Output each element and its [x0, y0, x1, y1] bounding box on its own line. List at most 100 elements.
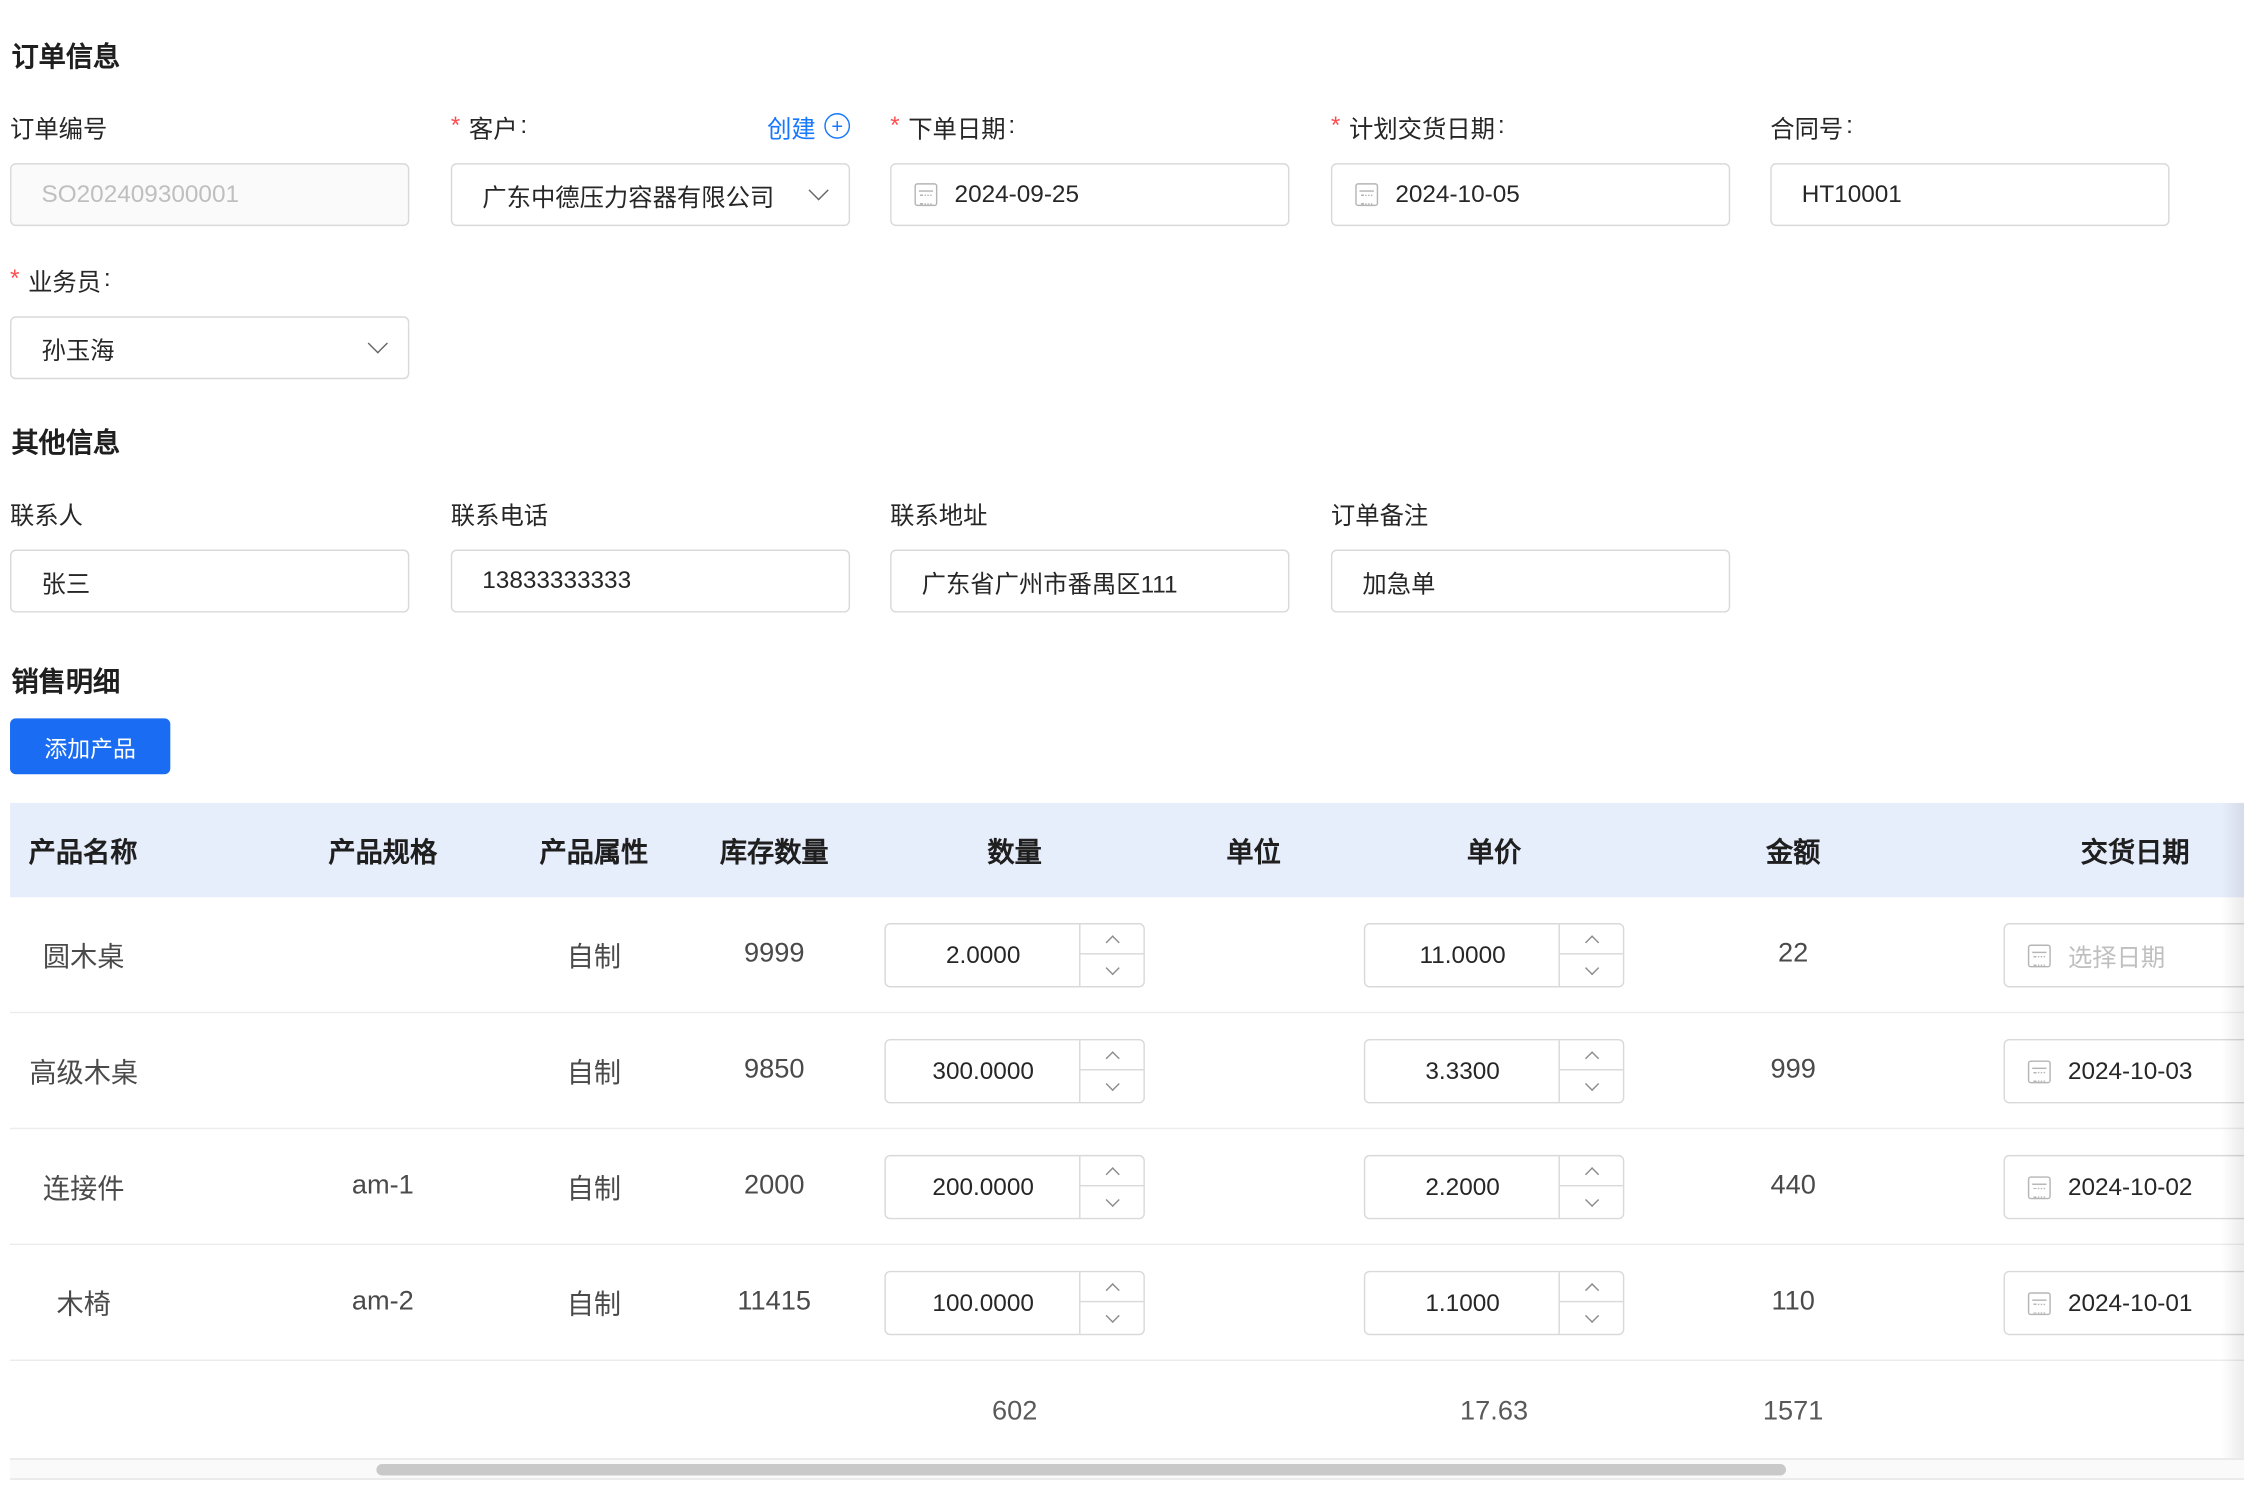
- table-row: 高级木桌 自制 9850 300.0000 3.3300 999 2024-10…: [10, 1013, 2244, 1130]
- quantity-value: 100.0000: [932, 1288, 1034, 1316]
- stepper-up-button[interactable]: [1559, 1156, 1623, 1187]
- order-date-label: 下单日期: [908, 115, 1006, 143]
- price-stepper[interactable]: 3.3300: [1363, 1038, 1625, 1104]
- column-header: 金额: [1765, 837, 1821, 868]
- required-mark: *: [890, 111, 900, 139]
- quantity-stepper[interactable]: 2.0000: [884, 923, 1145, 988]
- product-name: 连接件: [42, 1174, 125, 1205]
- column-header: 数量: [987, 837, 1042, 868]
- stock-qty: 9850: [743, 1054, 805, 1085]
- stepper-up-button[interactable]: [1080, 1156, 1144, 1187]
- stepper-up-button[interactable]: [1080, 1272, 1144, 1303]
- quantity-stepper[interactable]: 200.0000: [884, 1154, 1145, 1220]
- price-stepper[interactable]: 1.1000: [1363, 1270, 1625, 1336]
- column-header: 单位: [1226, 837, 1281, 868]
- stepper-down-button[interactable]: [1560, 1188, 1623, 1218]
- stepper-up-button[interactable]: [1080, 1040, 1144, 1071]
- quantity-stepper[interactable]: 300.0000: [884, 1038, 1145, 1104]
- stock-qty: 2000: [743, 1170, 805, 1201]
- field-salesman: * 业务员: 孙玉海: [10, 262, 410, 380]
- stepper-down-button[interactable]: [1080, 1188, 1143, 1218]
- calendar-icon: [1355, 183, 1379, 207]
- chevron-up-icon: [1104, 1166, 1120, 1181]
- product-spec: [296, 1013, 469, 1127]
- create-customer-link[interactable]: 创建 +: [767, 108, 851, 144]
- scrollbar-thumb[interactable]: [376, 1464, 1787, 1476]
- field-address: 联系地址 广东省广州市番禺区111: [890, 495, 1290, 613]
- chevron-down-icon: [1584, 1076, 1599, 1092]
- section-title-other-info: 其他信息: [11, 429, 121, 460]
- horizontal-scrollbar[interactable]: [10, 1458, 2244, 1480]
- summary-price: 17.63: [1460, 1396, 1529, 1427]
- stepper-down-button[interactable]: [1560, 1072, 1623, 1102]
- product-spec: [296, 897, 469, 1011]
- delivery-date-picker[interactable]: 2024-10-03: [2003, 1038, 2244, 1104]
- field-delivery-date: * 计划交货日期: 2024-10-05: [1330, 109, 1731, 227]
- remark-input[interactable]: 加急单: [1330, 549, 1731, 613]
- contact-input[interactable]: 张三: [10, 549, 410, 613]
- salesman-value: 孙玉海: [41, 337, 115, 365]
- price-stepper[interactable]: 11.0000: [1363, 923, 1625, 988]
- phone-input[interactable]: 13833333333: [450, 549, 851, 613]
- product-attr: 自制: [566, 1174, 622, 1205]
- price-value: 11.0000: [1419, 940, 1506, 969]
- plus-circle-icon: +: [824, 113, 851, 139]
- chevron-up-icon: [1104, 934, 1120, 949]
- stepper-down-button[interactable]: [1080, 956, 1143, 986]
- field-order-date: * 下单日期: 2024-09-25: [890, 109, 1290, 227]
- summary-row: 602 17.63 1571: [10, 1364, 2244, 1461]
- stepper-up-button[interactable]: [1559, 1040, 1623, 1071]
- page: 订单信息 订单编号 SO202409300001 * 客户: 创建 + 广东中德…: [0, 0, 2244, 1500]
- customer-select[interactable]: 广东中德压力容器有限公司: [450, 163, 851, 227]
- field-contact: 联系人 张三: [10, 495, 410, 613]
- product-attr: 自制: [566, 1058, 622, 1089]
- customer-label: 客户: [468, 115, 518, 143]
- field-customer: * 客户: 创建 + 广东中德压力容器有限公司: [450, 108, 851, 227]
- stepper-up-button[interactable]: [1559, 1272, 1623, 1303]
- delivery-date-label: 计划交货日期: [1348, 115, 1495, 143]
- contract-input[interactable]: HT10001: [1770, 163, 2170, 227]
- unit: [1184, 1129, 1324, 1243]
- stepper-up-button[interactable]: [1559, 924, 1623, 955]
- column-header: 库存数量: [719, 837, 829, 868]
- quantity-stepper[interactable]: 100.0000: [884, 1270, 1145, 1336]
- address-input[interactable]: 广东省广州市番禺区111: [890, 549, 1290, 613]
- stepper-down-button[interactable]: [1560, 956, 1623, 986]
- price-value: 2.2000: [1425, 1172, 1500, 1200]
- unit: [1184, 897, 1324, 1011]
- amount: 110: [1771, 1286, 1815, 1317]
- required-mark: *: [10, 264, 20, 292]
- product-spec: am-1: [351, 1170, 414, 1201]
- stepper-down-button[interactable]: [1080, 1072, 1143, 1102]
- product-name: 高级木桌: [29, 1058, 139, 1089]
- salesman-label: 业务员: [28, 268, 102, 296]
- delivery-date-picker[interactable]: 2024-10-02: [2003, 1154, 2244, 1220]
- calendar-icon: [2027, 1291, 2051, 1315]
- column-header: 产品属性: [539, 837, 649, 868]
- stepper-down-button[interactable]: [1080, 1304, 1143, 1334]
- contact-label: 联系人: [10, 501, 84, 529]
- delivery-date-value: 2024-10-02: [2067, 1172, 2193, 1200]
- price-value: 3.3300: [1425, 1056, 1500, 1085]
- delivery-date-value: 2024-10-03: [2067, 1056, 2193, 1085]
- required-mark: *: [1330, 111, 1341, 139]
- remark-label: 订单备注: [1330, 501, 1429, 529]
- amount: 999: [1770, 1054, 1816, 1085]
- column-header: 产品规格: [328, 837, 438, 868]
- delivery-date-picker[interactable]: 2024-10-01: [2003, 1270, 2244, 1336]
- delivery-date-picker[interactable]: 2024-10-05: [1330, 163, 1731, 227]
- salesman-select[interactable]: 孙玉海: [10, 316, 410, 380]
- order-date-picker[interactable]: 2024-09-25: [890, 163, 1290, 227]
- price-stepper[interactable]: 2.2000: [1363, 1154, 1625, 1220]
- chevron-down-icon: [1584, 1308, 1599, 1323]
- add-product-button[interactable]: 添加产品: [10, 718, 171, 775]
- chevron-down-icon: [1104, 1076, 1120, 1092]
- delivery-date-value: 2024-10-01: [2067, 1288, 2193, 1316]
- calendar-icon: [2027, 1059, 2051, 1083]
- delivery-date-picker[interactable]: 选择日期: [2003, 923, 2244, 988]
- chevron-down-icon: [1104, 1192, 1120, 1208]
- stepper-down-button[interactable]: [1560, 1304, 1623, 1334]
- stepper-up-button[interactable]: [1080, 924, 1144, 955]
- delivery-date-value: 选择日期: [2067, 944, 2166, 972]
- field-order-no: 订单编号 SO202409300001: [10, 109, 410, 227]
